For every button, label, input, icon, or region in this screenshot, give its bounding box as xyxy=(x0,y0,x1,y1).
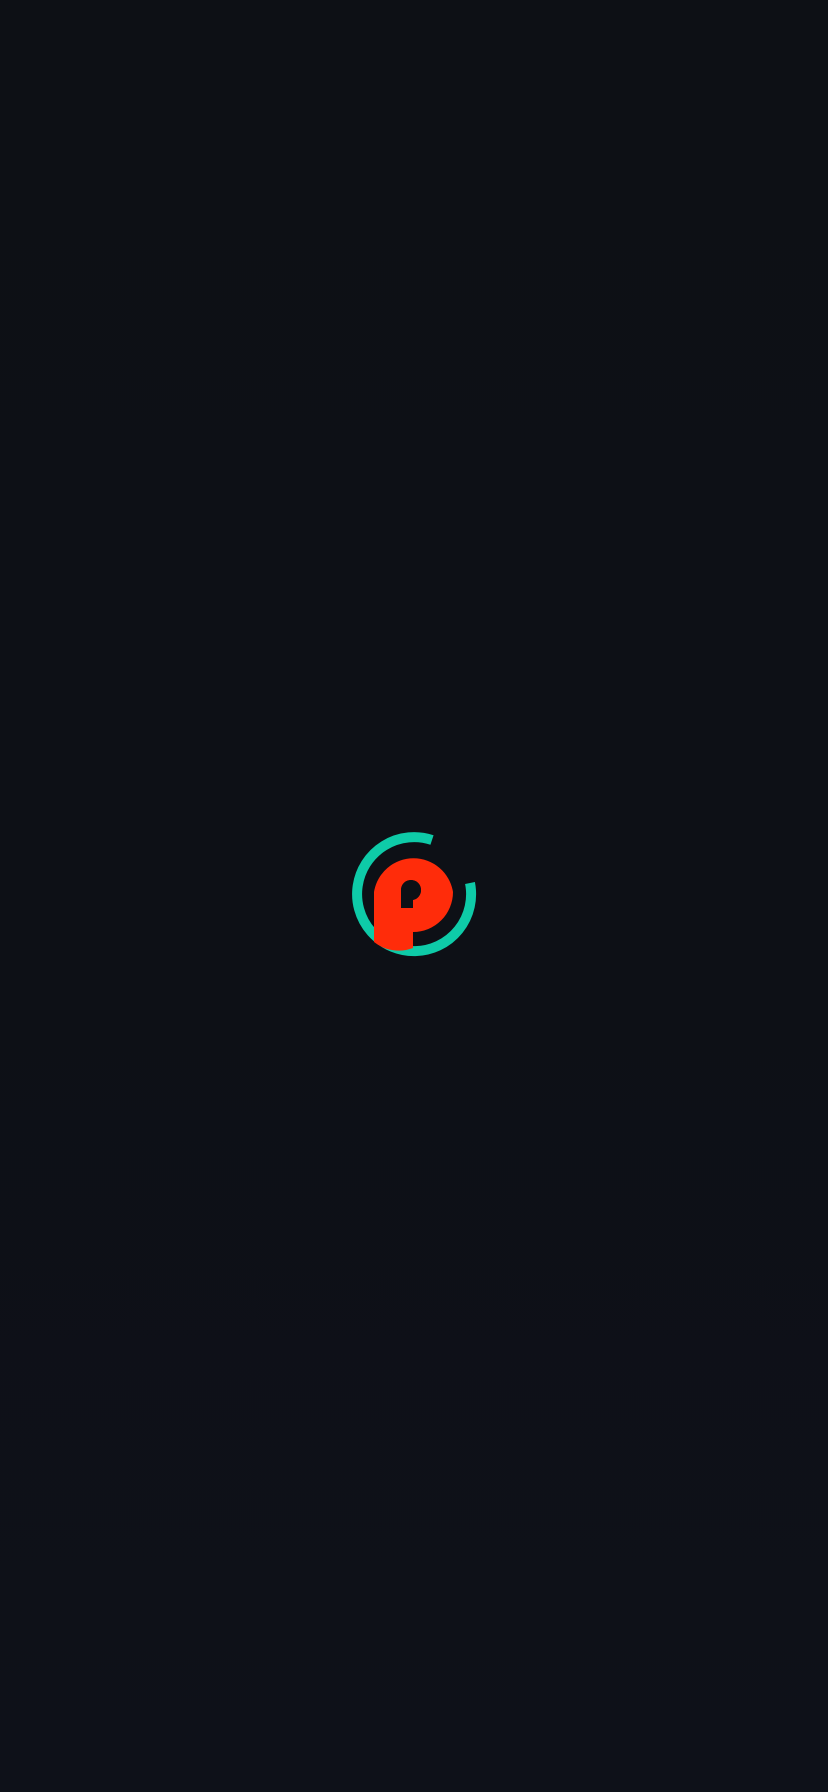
logo-letter xyxy=(374,858,453,951)
splash-screen xyxy=(0,0,828,1792)
logo-counter xyxy=(401,880,421,900)
p-circle-logo-icon xyxy=(352,832,477,957)
